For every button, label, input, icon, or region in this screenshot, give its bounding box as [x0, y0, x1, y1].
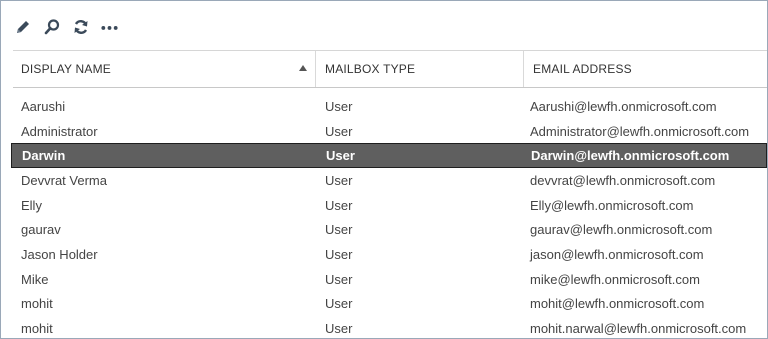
table-row[interactable]: gaurav User gaurav@lewfh.onmicrosoft.com [13, 217, 767, 242]
table-row[interactable]: Aarushi User Aarushi@lewfh.onmicrosoft.c… [13, 94, 767, 119]
cell-display-name: Aarushi [21, 98, 66, 114]
column-header-display-name[interactable]: DISPLAY NAME [13, 51, 316, 87]
cell-mailbox-type: User [325, 172, 353, 188]
cell-mailbox-type: User [326, 148, 355, 164]
search-icon[interactable] [42, 16, 61, 38]
table-row[interactable]: Jason Holder User jason@lewfh.onmicrosof… [13, 242, 767, 267]
refresh-icon[interactable] [71, 16, 90, 38]
table-body: Aarushi User Aarushi@lewfh.onmicrosoft.c… [11, 88, 767, 338]
cell-display-name: gaurav [21, 222, 61, 238]
cell-email-address: devvrat@lewfh.onmicrosoft.com [530, 172, 716, 188]
cell-email-address: Aarushi@lewfh.onmicrosoft.com [530, 98, 717, 114]
column-header-label: EMAIL ADDRESS [533, 62, 632, 76]
table-row-selected[interactable]: Darwin User Darwin@lewfh.onmicrosoft.com [11, 143, 767, 169]
cell-mailbox-type: User [325, 296, 353, 312]
cell-email-address: gaurav@lewfh.onmicrosoft.com [530, 222, 713, 238]
cell-display-name: mohit [21, 321, 53, 337]
table-row[interactable]: mohit User mohit.narwal@lewfh.onmicrosof… [13, 316, 767, 338]
cell-display-name: Elly [21, 197, 42, 213]
column-header-label: MAILBOX TYPE [325, 62, 416, 76]
table-row[interactable]: Devvrat Verma User devvrat@lewfh.onmicro… [13, 168, 767, 193]
column-header-email-address[interactable]: EMAIL ADDRESS [524, 51, 767, 87]
cell-display-name: Devvrat Verma [21, 172, 107, 188]
cell-email-address: Darwin@lewfh.onmicrosoft.com [531, 148, 730, 164]
table-header: DISPLAY NAME MAILBOX TYPE EMAIL ADDRESS [13, 51, 767, 88]
pencil-edit-icon[interactable] [13, 16, 32, 38]
cell-mailbox-type: User [325, 222, 353, 238]
table-row[interactable]: Mike User mike@lewfh.onmicrosoft.com [13, 267, 767, 292]
table-row[interactable]: Administrator User Administrator@lewfh.o… [13, 119, 767, 144]
more-options-icon[interactable] [100, 16, 119, 38]
toolbar [13, 15, 119, 39]
mailbox-table: DISPLAY NAME MAILBOX TYPE EMAIL ADDRESS … [11, 51, 767, 338]
cell-display-name: Mike [21, 271, 49, 287]
cell-mailbox-type: User [325, 123, 353, 139]
cell-email-address: mohit.narwal@lewfh.onmicrosoft.com [530, 321, 747, 337]
cell-email-address: mike@lewfh.onmicrosoft.com [530, 271, 700, 287]
cell-display-name: Administrator [21, 123, 98, 139]
sort-ascending-icon [299, 65, 307, 71]
column-header-label: DISPLAY NAME [21, 62, 111, 76]
cell-display-name: mohit [21, 296, 53, 312]
cell-email-address: mohit@lewfh.onmicrosoft.com [530, 296, 705, 312]
column-header-mailbox-type[interactable]: MAILBOX TYPE [316, 51, 524, 87]
cell-email-address: Elly@lewfh.onmicrosoft.com [530, 197, 694, 213]
cell-display-name: Jason Holder [21, 246, 98, 262]
cell-email-address: jason@lewfh.onmicrosoft.com [530, 246, 704, 262]
cell-mailbox-type: User [325, 321, 353, 337]
table-row[interactable]: mohit User mohit@lewfh.onmicrosoft.com [13, 292, 767, 317]
cell-mailbox-type: User [325, 197, 353, 213]
cell-email-address: Administrator@lewfh.onmicrosoft.com [530, 123, 750, 139]
cell-mailbox-type: User [325, 98, 353, 114]
cell-mailbox-type: User [325, 271, 353, 287]
cell-display-name: Darwin [22, 148, 66, 164]
table-row[interactable]: Elly User Elly@lewfh.onmicrosoft.com [13, 193, 767, 218]
cell-mailbox-type: User [325, 246, 353, 262]
mailbox-list-panel: DISPLAY NAME MAILBOX TYPE EMAIL ADDRESS … [0, 0, 768, 339]
